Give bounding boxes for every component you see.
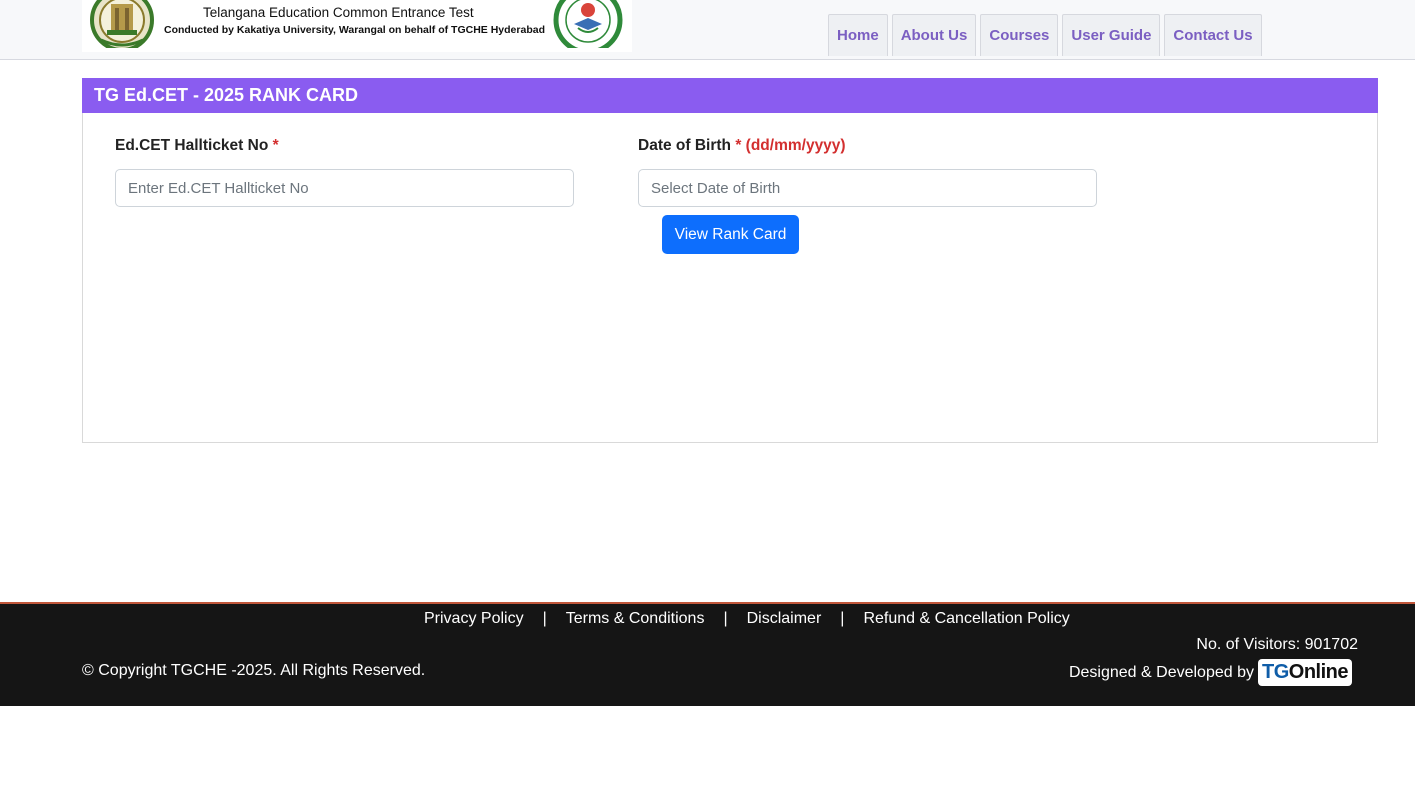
refund-cancellation-link[interactable]: Refund & Cancellation Policy <box>863 610 1069 628</box>
site-footer: Privacy Policy | Terms & Conditions | Di… <box>0 602 1415 706</box>
card-title: TG Ed.CET - 2025 RANK CARD <box>82 78 1378 113</box>
copyright-text: © Copyright TGCHE -2025. All Rights Rese… <box>82 662 425 680</box>
brand-tg: TG <box>1262 661 1289 684</box>
banner-subtitle: Conducted by Kakatiya University, Warang… <box>164 24 545 36</box>
nav-home[interactable]: Home <box>828 14 888 56</box>
site-header: Telangana Education Common Entrance Test… <box>0 0 1415 60</box>
dob-input[interactable] <box>638 169 1097 207</box>
nav-user-guide[interactable]: User Guide <box>1062 14 1160 56</box>
tgonline-logo[interactable]: TGOnline <box>1258 659 1352 686</box>
designed-by: Designed & Developed by TGOnline <box>1069 659 1352 686</box>
main-nav: Home About Us Courses User Guide Contact… <box>828 14 1262 58</box>
required-mark: * <box>273 137 279 154</box>
council-of-higher-education-seal-icon <box>552 0 624 48</box>
required-mark: * <box>735 137 741 154</box>
rank-card-panel: TG Ed.CET - 2025 RANK CARD Ed.CET Hallti… <box>82 78 1378 443</box>
privacy-policy-link[interactable]: Privacy Policy <box>424 610 524 628</box>
dob-format-hint: (dd/mm/yyyy) <box>746 137 846 154</box>
hallticket-label: Ed.CET Hallticket No * <box>115 137 279 155</box>
disclaimer-link[interactable]: Disclaimer <box>747 610 822 628</box>
nav-about-us[interactable]: About Us <box>892 14 977 56</box>
footer-links: Privacy Policy | Terms & Conditions | Di… <box>424 610 1070 628</box>
visitor-counter: No. of Visitors: 901702 <box>1196 636 1358 654</box>
dob-label: Date of Birth * (dd/mm/yyyy) <box>638 137 846 155</box>
dob-label-text: Date of Birth <box>638 137 731 154</box>
view-rank-card-button[interactable]: View Rank Card <box>662 215 799 254</box>
hallticket-label-text: Ed.CET Hallticket No <box>115 137 268 154</box>
nav-courses[interactable]: Courses <box>980 14 1058 56</box>
terms-conditions-link[interactable]: Terms & Conditions <box>566 610 705 628</box>
hallticket-input[interactable] <box>115 169 574 207</box>
designed-by-text: Designed & Developed by <box>1069 664 1254 682</box>
brand-online: Online <box>1289 661 1348 684</box>
banner-title: Telangana Education Common Entrance Test <box>203 5 474 20</box>
link-separator: | <box>723 610 727 628</box>
link-separator: | <box>840 610 844 628</box>
nav-contact-us[interactable]: Contact Us <box>1164 14 1261 56</box>
header-banner: Telangana Education Common Entrance Test… <box>82 0 632 52</box>
link-separator: | <box>543 610 547 628</box>
state-emblem-icon <box>87 0 157 48</box>
